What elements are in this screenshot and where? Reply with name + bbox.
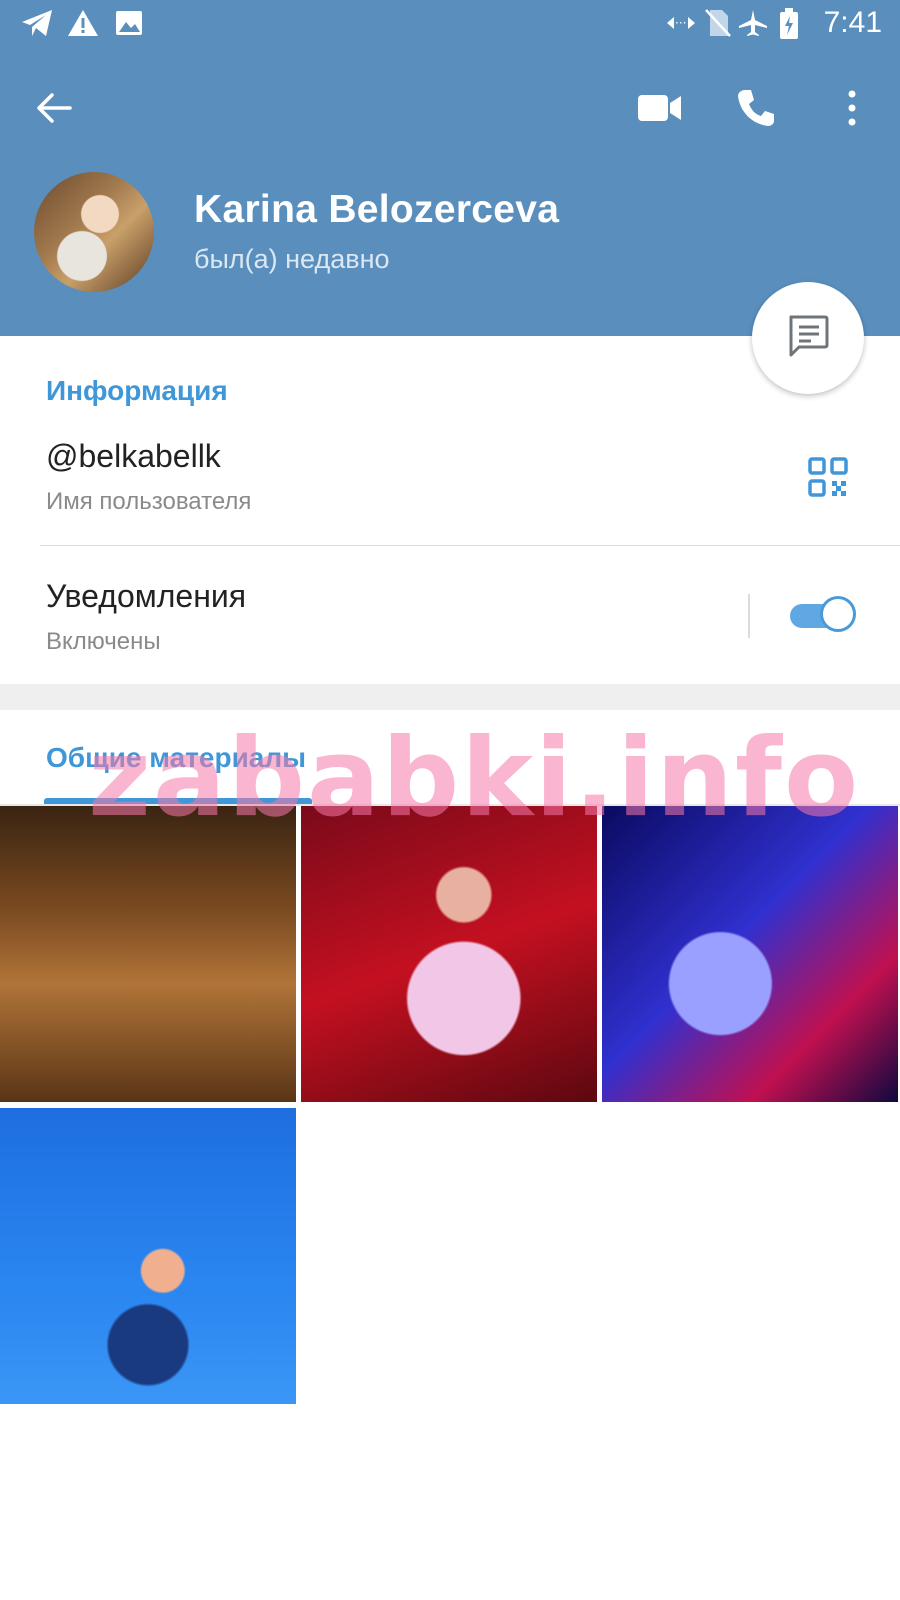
- notifications-toggle[interactable]: [790, 596, 858, 636]
- vertical-divider: [748, 594, 750, 638]
- warning-icon: [66, 8, 100, 43]
- phone-icon: [736, 88, 776, 133]
- video-camera-icon: [637, 93, 683, 128]
- media-thumbnail[interactable]: [301, 806, 597, 1102]
- last-seen-status: был(а) недавно: [194, 244, 390, 274]
- notifications-status: Включены: [46, 628, 161, 655]
- section-separator: [0, 684, 900, 710]
- data-arrows-icon: ···: [664, 8, 698, 43]
- arrow-left-icon: [36, 92, 72, 129]
- more-options-button[interactable]: [822, 80, 882, 140]
- notifications-title: Уведомления: [46, 578, 247, 614]
- svg-text:···: ···: [675, 16, 686, 30]
- username-value: @belkabellk: [46, 438, 221, 474]
- username-label: Имя пользователя: [46, 488, 252, 515]
- profile-name: Karina Belozerceva: [194, 188, 560, 231]
- divider: [40, 545, 900, 546]
- clock: 7:41: [823, 6, 882, 39]
- telegram-icon: [20, 8, 54, 43]
- battery-charging-icon: [778, 8, 800, 45]
- qr-code-icon[interactable]: [808, 457, 848, 497]
- tab-shared-media[interactable]: Общие материалы: [46, 742, 306, 774]
- profile-header: ··· 7:41 Karina Belozerceva был(а) недав…: [0, 0, 900, 336]
- message-icon: [785, 313, 831, 364]
- no-sim-icon: [704, 8, 732, 43]
- info-section-title: Информация: [46, 375, 228, 406]
- more-vertical-icon: [847, 90, 857, 131]
- video-call-button[interactable]: [630, 80, 690, 140]
- back-button[interactable]: [24, 80, 84, 140]
- status-bar: ··· 7:41: [0, 0, 900, 50]
- image-icon: [114, 8, 144, 43]
- media-thumbnail[interactable]: [0, 1108, 296, 1404]
- media-thumbnail[interactable]: [602, 806, 898, 1102]
- media-thumbnail[interactable]: [0, 806, 296, 1102]
- airplane-icon: [736, 8, 770, 43]
- voice-call-button[interactable]: [726, 80, 786, 140]
- toggle-knob: [820, 596, 856, 632]
- send-message-button[interactable]: [752, 282, 864, 394]
- avatar[interactable]: [34, 172, 154, 292]
